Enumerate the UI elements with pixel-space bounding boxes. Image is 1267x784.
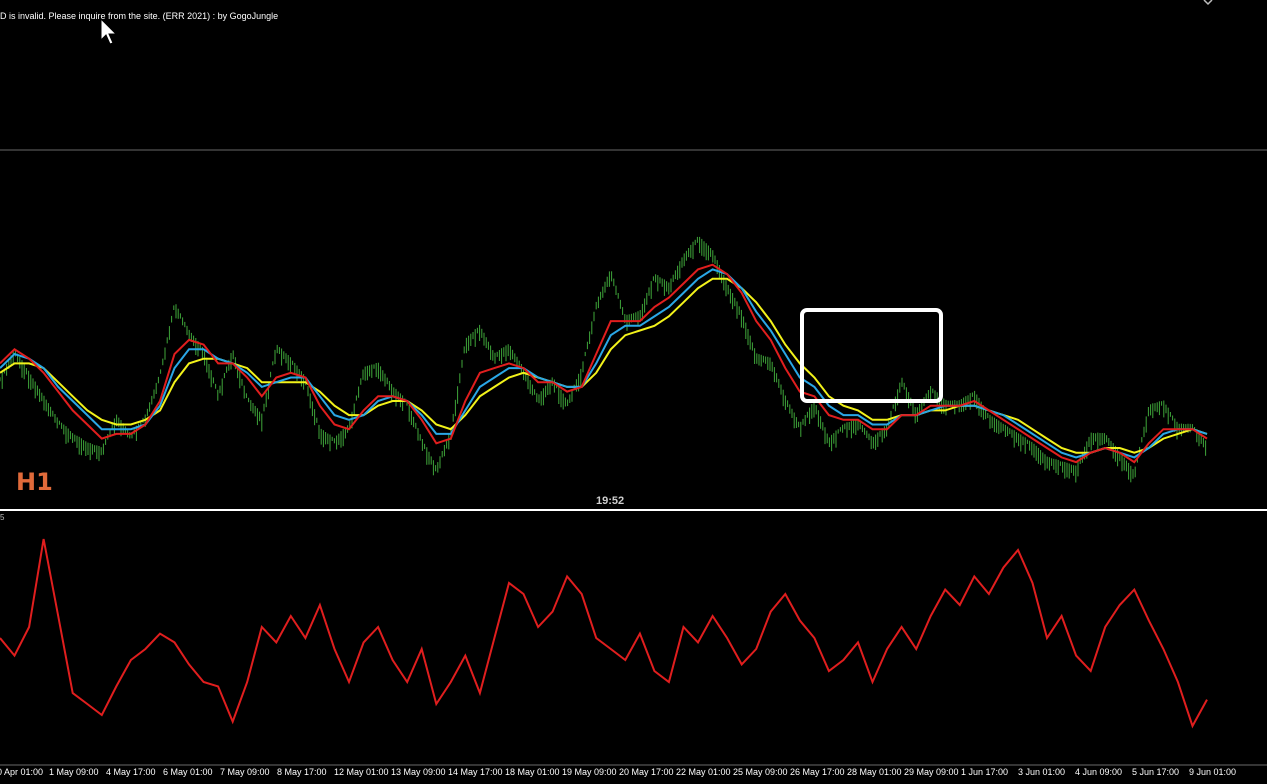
x-axis-tick-label: 6 May 01:00 [163, 767, 213, 777]
x-axis-tick-label: 25 May 09:00 [733, 767, 788, 777]
x-axis-tick-label: 9 Jun 01:00 [1189, 767, 1237, 777]
x-axis-tick-label: 13 May 09:00 [391, 767, 446, 777]
x-axis: 30 Apr 01:00 1 May 09:00 4 May 17:00 6 May … [0, 766, 1267, 780]
error-message: D is invalid. Please inquire from the si… [0, 11, 279, 21]
x-axis-tick-label: 4 May 17:00 [106, 767, 156, 777]
x-axis-tick-label: 19 May 09:00 [562, 767, 617, 777]
x-axis-tick-label: 7 May 09:00 [220, 767, 270, 777]
chevron-down-icon [1203, 0, 1213, 6]
candle-time-remaining: 19:52 [596, 495, 625, 507]
x-axis-tick-label: 8 May 17:00 [277, 767, 327, 777]
x-axis-tick-label: 14 May 17:00 [448, 767, 503, 777]
ma-fast-line [0, 263, 1208, 464]
x-axis-tick-label: 1 May 09:00 [49, 767, 99, 777]
x-axis-tick-label: 1 Jun 17:00 [961, 767, 1009, 777]
subwindow-label: 5 [0, 513, 5, 522]
ma-mid-line [0, 268, 1208, 459]
x-axis-tick-label: 28 May 01:00 [847, 767, 902, 777]
x-axis-tick-label: 18 May 01:00 [505, 767, 560, 777]
x-axis-tick-label: 20 May 17:00 [619, 767, 674, 777]
x-axis-tick-label: 3 Jun 01:00 [1018, 767, 1066, 777]
x-axis-tick-label: 29 May 09:00 [904, 767, 959, 777]
x-axis-tick-label: 30 Apr 01:00 [0, 767, 44, 777]
x-axis-tick-label: 12 May 01:00 [334, 767, 389, 777]
x-axis-tick-label: 26 May 17:00 [790, 767, 845, 777]
arrow-cursor-icon [100, 18, 118, 45]
x-axis-tick-label: 4 Jun 09:00 [1075, 767, 1123, 777]
oscillator-line [0, 538, 1208, 729]
chart-canvas[interactable] [0, 0, 1267, 780]
timeframe-label: H1 [16, 468, 53, 496]
chart-window[interactable]: D is invalid. Please inquire from the si… [0, 0, 1267, 780]
ma-slow-line [0, 277, 1208, 454]
x-axis-tick-label: 5 Jun 17:00 [1132, 767, 1180, 777]
x-axis-tick-label: 22 May 01:00 [676, 767, 731, 777]
